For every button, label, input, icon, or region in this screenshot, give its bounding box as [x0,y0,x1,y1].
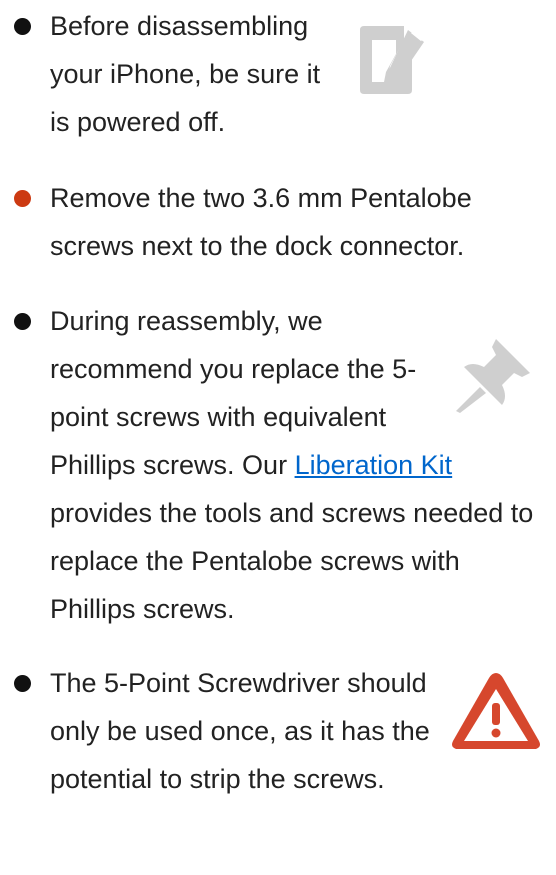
bullet-dot-black [14,18,31,35]
bullet-text: Remove the two 3.6 mm Pentalobe screws n… [50,183,472,261]
bullet-item-remove-screws: Remove the two 3.6 mm Pentalobe screws n… [0,174,556,270]
caution-icon [452,673,540,749]
step-bullet-list: Before disassembling your iPhone, be sur… [0,2,556,803]
pin-icon [456,339,530,413]
bullet-text-after-link: provides the tools and screws needed to … [50,498,534,624]
bullet-item-power-off: Before disassembling your iPhone, be sur… [0,2,556,146]
liberation-kit-link[interactable]: Liberation Kit [295,450,453,480]
bullet-item-reassembly: During reassembly, we recommend you repl… [0,297,556,633]
bullet-dot-black [14,313,31,330]
bullet-text: Before disassembling your iPhone, be sur… [50,11,321,137]
bullet-text-wrapper: During reassembly, we recommend you repl… [50,297,550,633]
bullet-text: The 5-Point Screwdriver should only be u… [50,668,430,794]
bullet-text-wrapper: Before disassembling your iPhone, be sur… [50,2,440,146]
bullet-dot-black [14,675,31,692]
bullet-dot-red [14,190,31,207]
bullet-text-wrapper: Remove the two 3.6 mm Pentalobe screws n… [50,174,556,270]
bullet-text-wrapper: The 5-Point Screwdriver should only be u… [50,659,550,803]
bullet-item-screwdriver-caution: The 5-Point Screwdriver should only be u… [0,659,556,803]
note-icon [360,26,424,94]
